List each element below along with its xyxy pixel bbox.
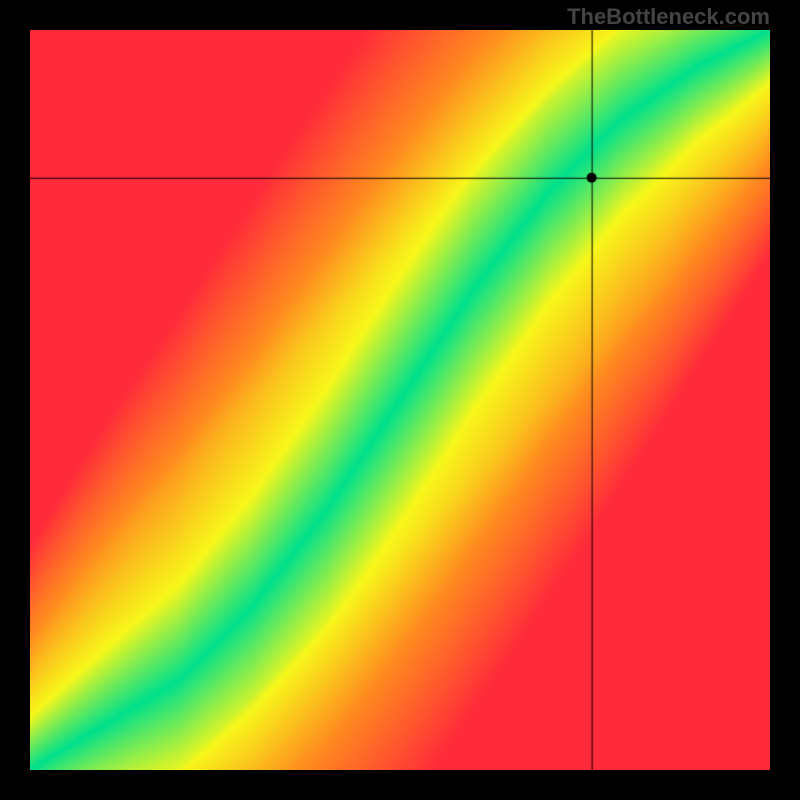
watermark-text: TheBottleneck.com <box>567 4 770 30</box>
heatmap-canvas <box>30 30 770 770</box>
heatmap-plot <box>30 30 770 770</box>
